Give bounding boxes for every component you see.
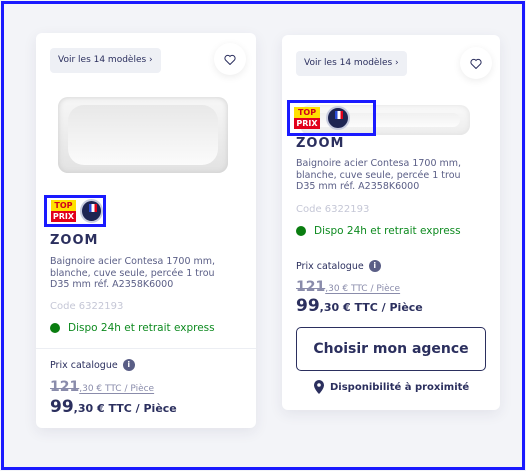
old-price: 121,30 € TTC / Pièce [50,379,155,395]
product-description[interactable]: Baignoire acier Contesa 1700 mm, blanche… [296,158,481,193]
top-prix-badge: TOP PRIX [294,107,320,129]
availability-status: Dispo 24h et retrait express [50,322,215,334]
heart-icon [224,54,236,65]
product-badges: TOP PRIX [44,195,106,227]
product-image[interactable] [58,97,228,173]
heart-icon [470,58,482,69]
status-dot-icon [296,226,306,236]
view-models-button[interactable]: Voir les 14 modèles › [50,48,161,73]
favorite-button[interactable] [460,47,492,79]
availability-status: Dispo 24h et retrait express [296,225,461,237]
view-models-button[interactable]: Voir les 14 modèles › [296,51,407,76]
product-code: Code 6322193 [50,301,124,312]
info-icon[interactable]: i [368,260,381,272]
made-in-france-badge [79,199,103,223]
current-price: 99,30 € TTC / Pièce [296,296,423,316]
nearby-availability-link[interactable]: Disponibilité à proximité [314,380,469,394]
current-price: 99,30 € TTC / Pièce [50,397,177,417]
divider [36,348,256,349]
product-brand: ZOOM [296,136,345,151]
status-dot-icon [50,323,60,333]
catalog-price-label: Prix catalogue i [50,359,135,371]
favorite-button[interactable] [214,43,246,75]
choose-agency-button[interactable]: Choisir mon agence [296,327,486,371]
top-prix-badge: TOP PRIX [51,200,76,222]
old-price: 121,30 € TTC / Pièce [296,279,401,295]
location-pin-icon [314,380,324,394]
catalog-price-label: Prix catalogue i [296,260,381,272]
product-description[interactable]: Baignoire acier Contesa 1700 mm, blanche… [50,256,235,291]
product-code: Code 6322193 [296,204,370,215]
made-in-france-badge [326,106,350,130]
info-icon[interactable]: i [122,359,135,371]
product-badges: TOP PRIX [287,100,376,136]
product-brand: ZOOM [50,233,99,248]
